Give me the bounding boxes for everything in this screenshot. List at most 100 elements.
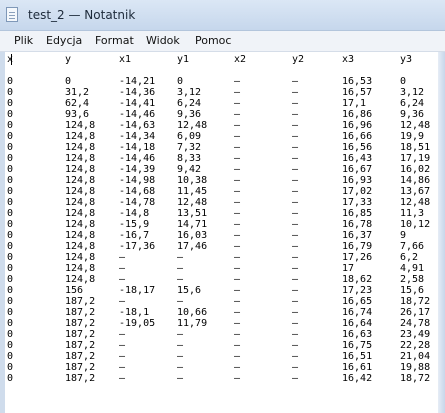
value-cell: 17,19	[400, 153, 431, 164]
value-cell: 0	[7, 164, 14, 175]
value-cell: –	[292, 98, 299, 109]
value-cell: 0	[7, 241, 14, 252]
value-cell: -14,36	[119, 87, 156, 98]
value-cell: –	[234, 197, 241, 208]
data-line: 0 124,8 -15,9 14,71 – – 16,78 10,12	[5, 219, 438, 230]
value-cell: –	[177, 362, 184, 373]
value-cell: –	[234, 109, 241, 120]
data-line: 0 187,2 – – – – 16,65 18,72	[5, 296, 438, 307]
value-cell: 19,9	[400, 131, 425, 142]
value-cell: –	[292, 153, 299, 164]
value-cell: 0	[7, 219, 14, 230]
value-cell: 187,2	[65, 318, 96, 329]
value-cell: -16,7	[119, 230, 150, 241]
value-cell: –	[234, 373, 241, 384]
data-line: 0 124,8 -17,36 17,46 – – 16,79 7,66	[5, 241, 438, 252]
value-cell: 31,2	[65, 87, 90, 98]
value-cell: –	[234, 98, 241, 109]
value-cell: 17,46	[177, 241, 208, 252]
value-cell: -19,05	[119, 318, 156, 329]
value-cell: 124,8	[65, 131, 96, 142]
value-cell: 16,86	[342, 109, 373, 120]
value-cell: 7,66	[400, 241, 425, 252]
value-cell: –	[234, 219, 241, 230]
value-cell: 156	[65, 285, 84, 296]
value-cell: 16,65	[342, 296, 373, 307]
value-cell: 17,1	[342, 98, 367, 109]
value-cell: 0	[7, 373, 14, 384]
value-cell: –	[234, 175, 241, 186]
value-cell: 10,12	[400, 219, 431, 230]
data-line: 0 187,2 – – – – 16,51 21,04	[5, 351, 438, 362]
value-cell: 16,74	[342, 307, 373, 318]
data-line: 0 124,8 -14,46 8,33 – – 16,43 17,19	[5, 153, 438, 164]
value-cell: 0	[7, 153, 14, 164]
value-cell: –	[292, 362, 299, 373]
value-cell: -14,41	[119, 98, 156, 109]
value-cell: –	[234, 164, 241, 175]
value-cell: –	[234, 241, 241, 252]
value-cell: 4,91	[400, 263, 425, 274]
data-line: 0 124,8 -14,8 13,51 – – 16,85 11,3	[5, 208, 438, 219]
value-cell: 17	[342, 263, 355, 274]
value-cell: 0	[7, 208, 14, 219]
text-editor-area[interactable]: x y x1 y1 x2 y2 x3 y3 0 0 -14,21 0– –16,53 0 0 31,2 -14,…	[5, 52, 438, 413]
value-cell: 9,36	[400, 109, 425, 120]
menu-format[interactable]: Format	[95, 34, 134, 47]
value-cell: 12,48	[177, 197, 208, 208]
value-cell: -14,68	[119, 186, 156, 197]
value-cell: 7,32	[177, 142, 202, 153]
notepad-icon[interactable]	[6, 7, 18, 22]
value-cell: –	[177, 274, 184, 285]
title-bar[interactable]: test_2 — Notatnik	[0, 0, 445, 31]
data-line: 0 124,8 -16,7 16,03 – – 16,37 9	[5, 230, 438, 241]
value-cell: 26,17	[400, 307, 431, 318]
header-cell: y3	[400, 54, 413, 65]
data-line: 0 187,2 – – – – 16,75 22,28	[5, 340, 438, 351]
menu-plik[interactable]: Plik	[14, 34, 33, 47]
value-cell: –	[292, 307, 299, 318]
value-cell: -14,8	[119, 208, 150, 219]
header-cell: x2	[234, 54, 247, 65]
value-cell: 124,8	[65, 186, 96, 197]
value-cell: 62,4	[65, 98, 90, 109]
value-cell: –	[292, 351, 299, 362]
value-cell: 16,51	[342, 351, 373, 362]
value-cell: 18,62	[342, 274, 373, 285]
value-cell: –	[177, 296, 184, 307]
value-cell: –	[119, 329, 126, 340]
value-cell: 12,48	[400, 120, 431, 131]
value-cell: 16,79	[342, 241, 373, 252]
value-cell: 0	[7, 285, 14, 296]
data-line: 0 124,8 -14,18 7,32 – – 16,56 18,51	[5, 142, 438, 153]
value-cell: 11,3	[400, 208, 425, 219]
value-cell: –	[292, 164, 299, 175]
menu-edycja[interactable]: Edycja	[46, 34, 82, 47]
value-cell: 0	[7, 362, 14, 373]
value-cell: 3,12	[400, 87, 425, 98]
value-cell: –	[234, 230, 241, 241]
value-cell: –	[292, 120, 299, 131]
value-cell: 124,8	[65, 142, 96, 153]
value-cell: 0	[400, 76, 407, 87]
value-cell: –	[234, 362, 241, 373]
value-cell: -14,78	[119, 197, 156, 208]
value-cell: 6,24	[177, 98, 202, 109]
value-cell: 17,33	[342, 197, 373, 208]
data-line: 0 124,8 – – – – 17,26 6,2	[5, 252, 438, 263]
value-cell: –	[234, 329, 241, 340]
menu-pomoc[interactable]: Pomoc	[195, 34, 231, 47]
value-cell: -14,46	[119, 153, 156, 164]
value-cell: –	[234, 252, 241, 263]
value-cell: –	[234, 340, 241, 351]
data-line: 0 187,2 – – – – 16,42 18,72	[5, 373, 438, 384]
data-line: 0 156 -18,17 15,6 – – 17,23 15,6	[5, 285, 438, 296]
value-cell: -14,21	[119, 76, 156, 87]
window-frame-right	[438, 52, 445, 413]
value-cell: -18,17	[119, 285, 156, 296]
menu-widok[interactable]: Widok	[146, 34, 180, 47]
value-cell: 124,8	[65, 263, 96, 274]
value-cell: –	[292, 373, 299, 384]
value-cell: 19,88	[400, 362, 431, 373]
value-cell: 10,66	[177, 307, 208, 318]
